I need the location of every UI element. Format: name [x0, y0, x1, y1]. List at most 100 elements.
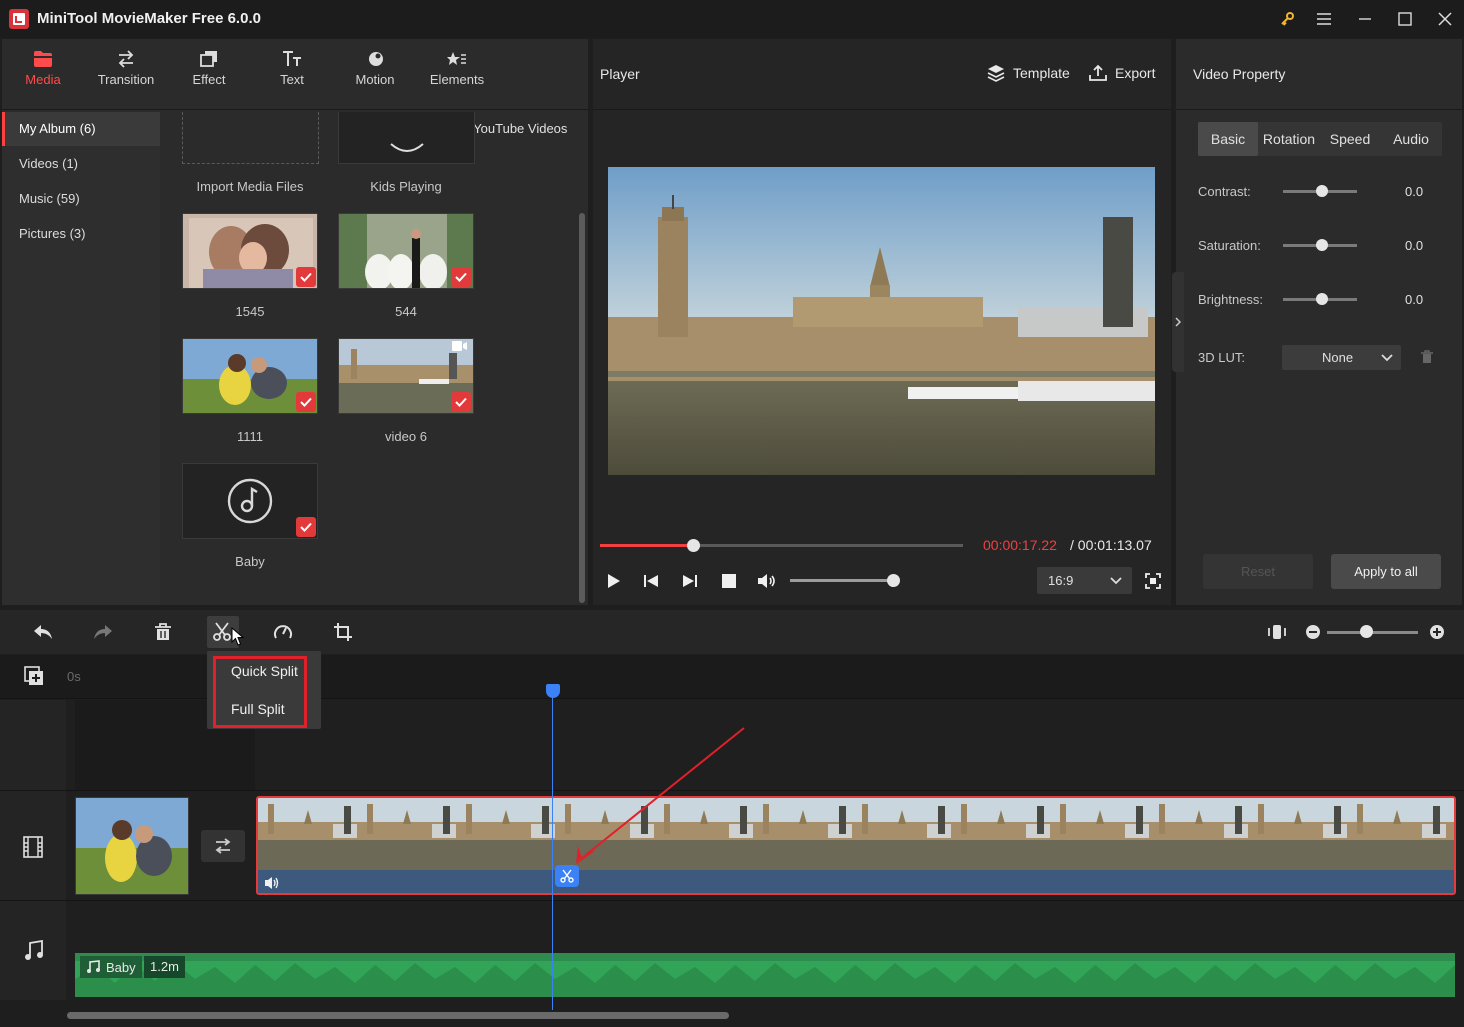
- media-label: Import Media Files: [196, 179, 304, 194]
- tab-transition[interactable]: Transition: [86, 50, 166, 100]
- add-transition-button[interactable]: [201, 830, 245, 862]
- video-track-thumbnail[interactable]: [75, 797, 189, 895]
- menu-item-quick-split[interactable]: Quick Split: [231, 663, 298, 679]
- seek-bar-handle[interactable]: [687, 539, 700, 552]
- album-item-music[interactable]: Music (59): [2, 182, 160, 216]
- zoom-out-icon[interactable]: [1302, 621, 1324, 643]
- layers-icon: [987, 65, 1005, 82]
- tab-label: Text: [280, 72, 304, 87]
- tab-label: Transition: [97, 72, 155, 87]
- album-item-pictures[interactable]: Pictures (3): [2, 217, 160, 251]
- saturation-label: Saturation:: [1198, 238, 1261, 253]
- current-time: 00:00:17.22: [983, 537, 1057, 553]
- contrast-value: 0.0: [1405, 184, 1424, 199]
- close-icon[interactable]: [1434, 8, 1456, 30]
- clip-volume-icon[interactable]: [264, 876, 280, 890]
- menu-item-full-split[interactable]: Full Split: [231, 701, 285, 717]
- tab-audio[interactable]: Audio: [1380, 122, 1442, 156]
- media-label: Baby: [235, 554, 265, 569]
- trash-icon[interactable]: [1420, 350, 1434, 364]
- swap-icon: [215, 838, 231, 854]
- fullscreen-icon[interactable]: [1143, 571, 1163, 591]
- delete-icon[interactable]: [152, 621, 174, 643]
- media-label: Kids Playing: [370, 179, 442, 194]
- folder-icon: [34, 51, 52, 67]
- divider: [1176, 109, 1462, 110]
- checkmark-icon: [451, 267, 471, 287]
- ruler-start-label: 0s: [67, 669, 81, 684]
- volume-icon[interactable]: [757, 571, 777, 591]
- video-track-icon: [23, 836, 43, 858]
- tab-elements[interactable]: Elements: [417, 50, 497, 100]
- template-button[interactable]: Template: [987, 64, 1070, 82]
- tab-text[interactable]: Text: [252, 50, 332, 100]
- saturation-value: 0.0: [1405, 238, 1424, 253]
- tab-effect[interactable]: Effect: [169, 50, 249, 100]
- kids-playing-tile[interactable]: [338, 112, 475, 164]
- undo-icon[interactable]: [32, 621, 54, 643]
- next-frame-icon[interactable]: [680, 571, 700, 591]
- lut-select[interactable]: None: [1282, 345, 1401, 370]
- zoom-in-icon[interactable]: [1426, 621, 1448, 643]
- fit-timeline-icon[interactable]: [1266, 621, 1288, 643]
- minimize-icon[interactable]: [1354, 8, 1376, 30]
- checkmark-icon: [451, 392, 471, 412]
- tab-speed[interactable]: Speed: [1320, 122, 1380, 156]
- redo-icon[interactable]: [92, 621, 114, 643]
- checkmark-icon: [296, 517, 316, 537]
- seek-bar-progress: [600, 544, 693, 547]
- zoom-slider-handle[interactable]: [1360, 625, 1373, 638]
- stop-icon[interactable]: [719, 571, 739, 591]
- crop-icon[interactable]: [332, 621, 354, 643]
- motion-icon: [369, 52, 383, 66]
- reset-button[interactable]: Reset: [1203, 554, 1313, 589]
- video-clip[interactable]: [256, 796, 1456, 895]
- media-label: 1545: [235, 304, 265, 319]
- timeline-horizontal-scrollbar[interactable]: [67, 1012, 729, 1019]
- music-note-icon: [227, 478, 273, 524]
- tab-basic[interactable]: Basic: [1198, 122, 1258, 156]
- music-clip[interactable]: [75, 953, 1455, 997]
- brightness-slider-handle[interactable]: [1316, 293, 1328, 305]
- media-scrollbar[interactable]: [579, 213, 585, 603]
- play-icon[interactable]: [603, 571, 623, 591]
- export-button[interactable]: Export: [1089, 64, 1155, 82]
- swap-icon: [118, 50, 134, 68]
- volume-slider-handle[interactable]: [887, 574, 900, 587]
- contrast-slider-handle[interactable]: [1316, 185, 1328, 197]
- tab-motion[interactable]: Motion: [335, 50, 415, 100]
- export-label: Export: [1115, 65, 1156, 81]
- media-label: 1111: [236, 429, 264, 444]
- layers-icon: [200, 51, 217, 67]
- property-tabs: Basic Rotation Speed Audio: [1198, 122, 1442, 156]
- album-item-my-album[interactable]: My Album (6): [2, 112, 160, 146]
- import-media-tile[interactable]: [182, 112, 319, 164]
- tab-rotation[interactable]: Rotation: [1258, 122, 1320, 156]
- chevron-down-icon: [1381, 353, 1393, 361]
- aspect-ratio-value: 16:9: [1048, 573, 1074, 588]
- playhead-handle[interactable]: [546, 684, 560, 698]
- lut-label: 3D LUT:: [1198, 350, 1245, 365]
- aspect-ratio-select[interactable]: 16:9: [1037, 567, 1132, 594]
- maximize-icon[interactable]: [1394, 8, 1416, 30]
- music-note-icon: [87, 960, 100, 973]
- video-preview[interactable]: [608, 167, 1155, 475]
- speed-icon[interactable]: [272, 621, 294, 643]
- album-item-videos[interactable]: Videos (1): [2, 147, 160, 181]
- previous-frame-icon[interactable]: [641, 571, 661, 591]
- add-track-icon[interactable]: [24, 666, 44, 686]
- contrast-label: Contrast:: [1198, 184, 1251, 199]
- tab-label: Effect: [192, 72, 226, 87]
- total-time: / 00:01:13.07: [1070, 537, 1152, 553]
- key-icon[interactable]: [1276, 8, 1298, 30]
- menu-icon[interactable]: [1313, 8, 1335, 30]
- apply-to-all-button[interactable]: Apply to all: [1331, 554, 1441, 589]
- divider: [2, 109, 588, 110]
- collapse-panel-handle[interactable]: [1172, 272, 1184, 372]
- volume-slider[interactable]: [790, 579, 894, 582]
- tab-media[interactable]: Media: [3, 50, 83, 100]
- media-label: video 6: [385, 429, 427, 444]
- tab-label: Elements: [429, 72, 485, 87]
- saturation-slider-handle[interactable]: [1316, 239, 1328, 251]
- divider: [0, 900, 1464, 901]
